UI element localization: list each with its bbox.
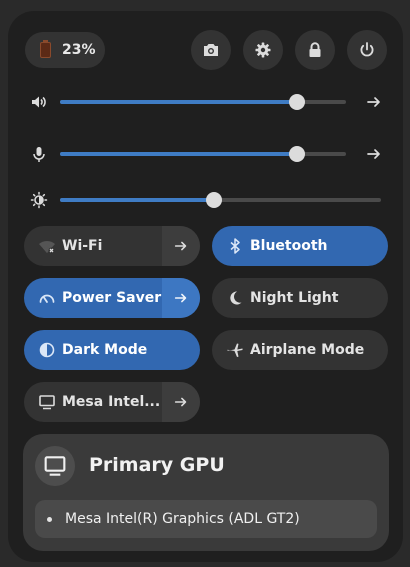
microphone-slider-fill bbox=[60, 152, 297, 156]
gpu-toggle-label: Mesa Intel... bbox=[62, 394, 161, 410]
dark-mode-toggle[interactable]: Dark Mode bbox=[24, 330, 200, 370]
wifi-toggle[interactable]: Wi-Fi bbox=[24, 226, 200, 266]
battery-percentage: 23% bbox=[62, 42, 96, 58]
microphone-slider[interactable] bbox=[60, 146, 346, 162]
gpu-toggle[interactable]: Mesa Intel... bbox=[24, 382, 200, 422]
battery-icon bbox=[40, 40, 51, 58]
display-icon bbox=[44, 456, 66, 476]
volume-output-arrow-icon[interactable] bbox=[365, 93, 383, 111]
airplane-icon bbox=[227, 343, 243, 357]
power-menu-button[interactable] bbox=[347, 30, 387, 70]
gpu-menu: Primary GPU Mesa Intel(R) Graphics (ADL … bbox=[23, 434, 389, 551]
microphone-input-arrow-icon[interactable] bbox=[365, 145, 383, 163]
screenshot-button[interactable] bbox=[191, 30, 231, 70]
battery-indicator[interactable]: 23% bbox=[25, 32, 105, 68]
microphone-slider-handle[interactable] bbox=[289, 146, 305, 162]
arrow-right-icon bbox=[174, 241, 187, 251]
airplane-mode-toggle-label: Airplane Mode bbox=[250, 342, 365, 358]
gpu-menu-icon-wrap bbox=[35, 446, 75, 486]
lock-screen-button[interactable] bbox=[295, 30, 335, 70]
gear-icon bbox=[255, 42, 271, 58]
gpu-option-label: Mesa Intel(R) Graphics (ADL GT2) bbox=[65, 511, 300, 527]
night-light-toggle[interactable]: Night Light bbox=[212, 278, 388, 318]
volume-slider-fill bbox=[60, 100, 297, 104]
power-saver-toggle[interactable]: Power Saver bbox=[24, 278, 200, 318]
power-icon bbox=[360, 42, 374, 57]
lock-icon bbox=[309, 42, 321, 57]
airplane-mode-toggle[interactable]: Airplane Mode bbox=[212, 330, 388, 370]
selected-dot-icon bbox=[47, 516, 52, 522]
power-saver-toggle-label: Power Saver bbox=[62, 290, 162, 306]
gpu-menu-title: Primary GPU bbox=[89, 454, 225, 476]
bluetooth-toggle[interactable]: Bluetooth bbox=[212, 226, 388, 266]
brightness-slider-handle[interactable] bbox=[206, 192, 222, 208]
wifi-off-icon bbox=[39, 240, 55, 254]
brightness-icon bbox=[30, 191, 48, 209]
arrow-right-icon bbox=[174, 293, 187, 303]
brightness-row bbox=[25, 188, 385, 212]
volume-row bbox=[25, 90, 385, 114]
dark-mode-toggle-label: Dark Mode bbox=[62, 342, 148, 358]
night-light-toggle-label: Night Light bbox=[250, 290, 339, 306]
bluetooth-icon bbox=[230, 238, 240, 254]
speedometer-icon bbox=[39, 294, 55, 303]
volume-slider-handle[interactable] bbox=[289, 94, 305, 110]
brightness-slider-fill bbox=[60, 198, 214, 202]
volume-slider[interactable] bbox=[60, 94, 346, 110]
display-icon bbox=[39, 395, 55, 410]
arrow-right-icon bbox=[174, 397, 187, 407]
moon-icon bbox=[230, 291, 242, 305]
settings-button[interactable] bbox=[243, 30, 283, 70]
microphone-icon[interactable] bbox=[30, 145, 48, 163]
speaker-icon[interactable] bbox=[30, 93, 48, 111]
camera-icon bbox=[204, 44, 218, 56]
gpu-option-item[interactable]: Mesa Intel(R) Graphics (ADL GT2) bbox=[35, 500, 377, 538]
microphone-row bbox=[25, 142, 385, 166]
dark-mode-icon bbox=[39, 342, 55, 358]
bluetooth-toggle-label: Bluetooth bbox=[250, 238, 328, 254]
brightness-slider[interactable] bbox=[60, 192, 381, 208]
wifi-toggle-label: Wi-Fi bbox=[62, 238, 103, 254]
